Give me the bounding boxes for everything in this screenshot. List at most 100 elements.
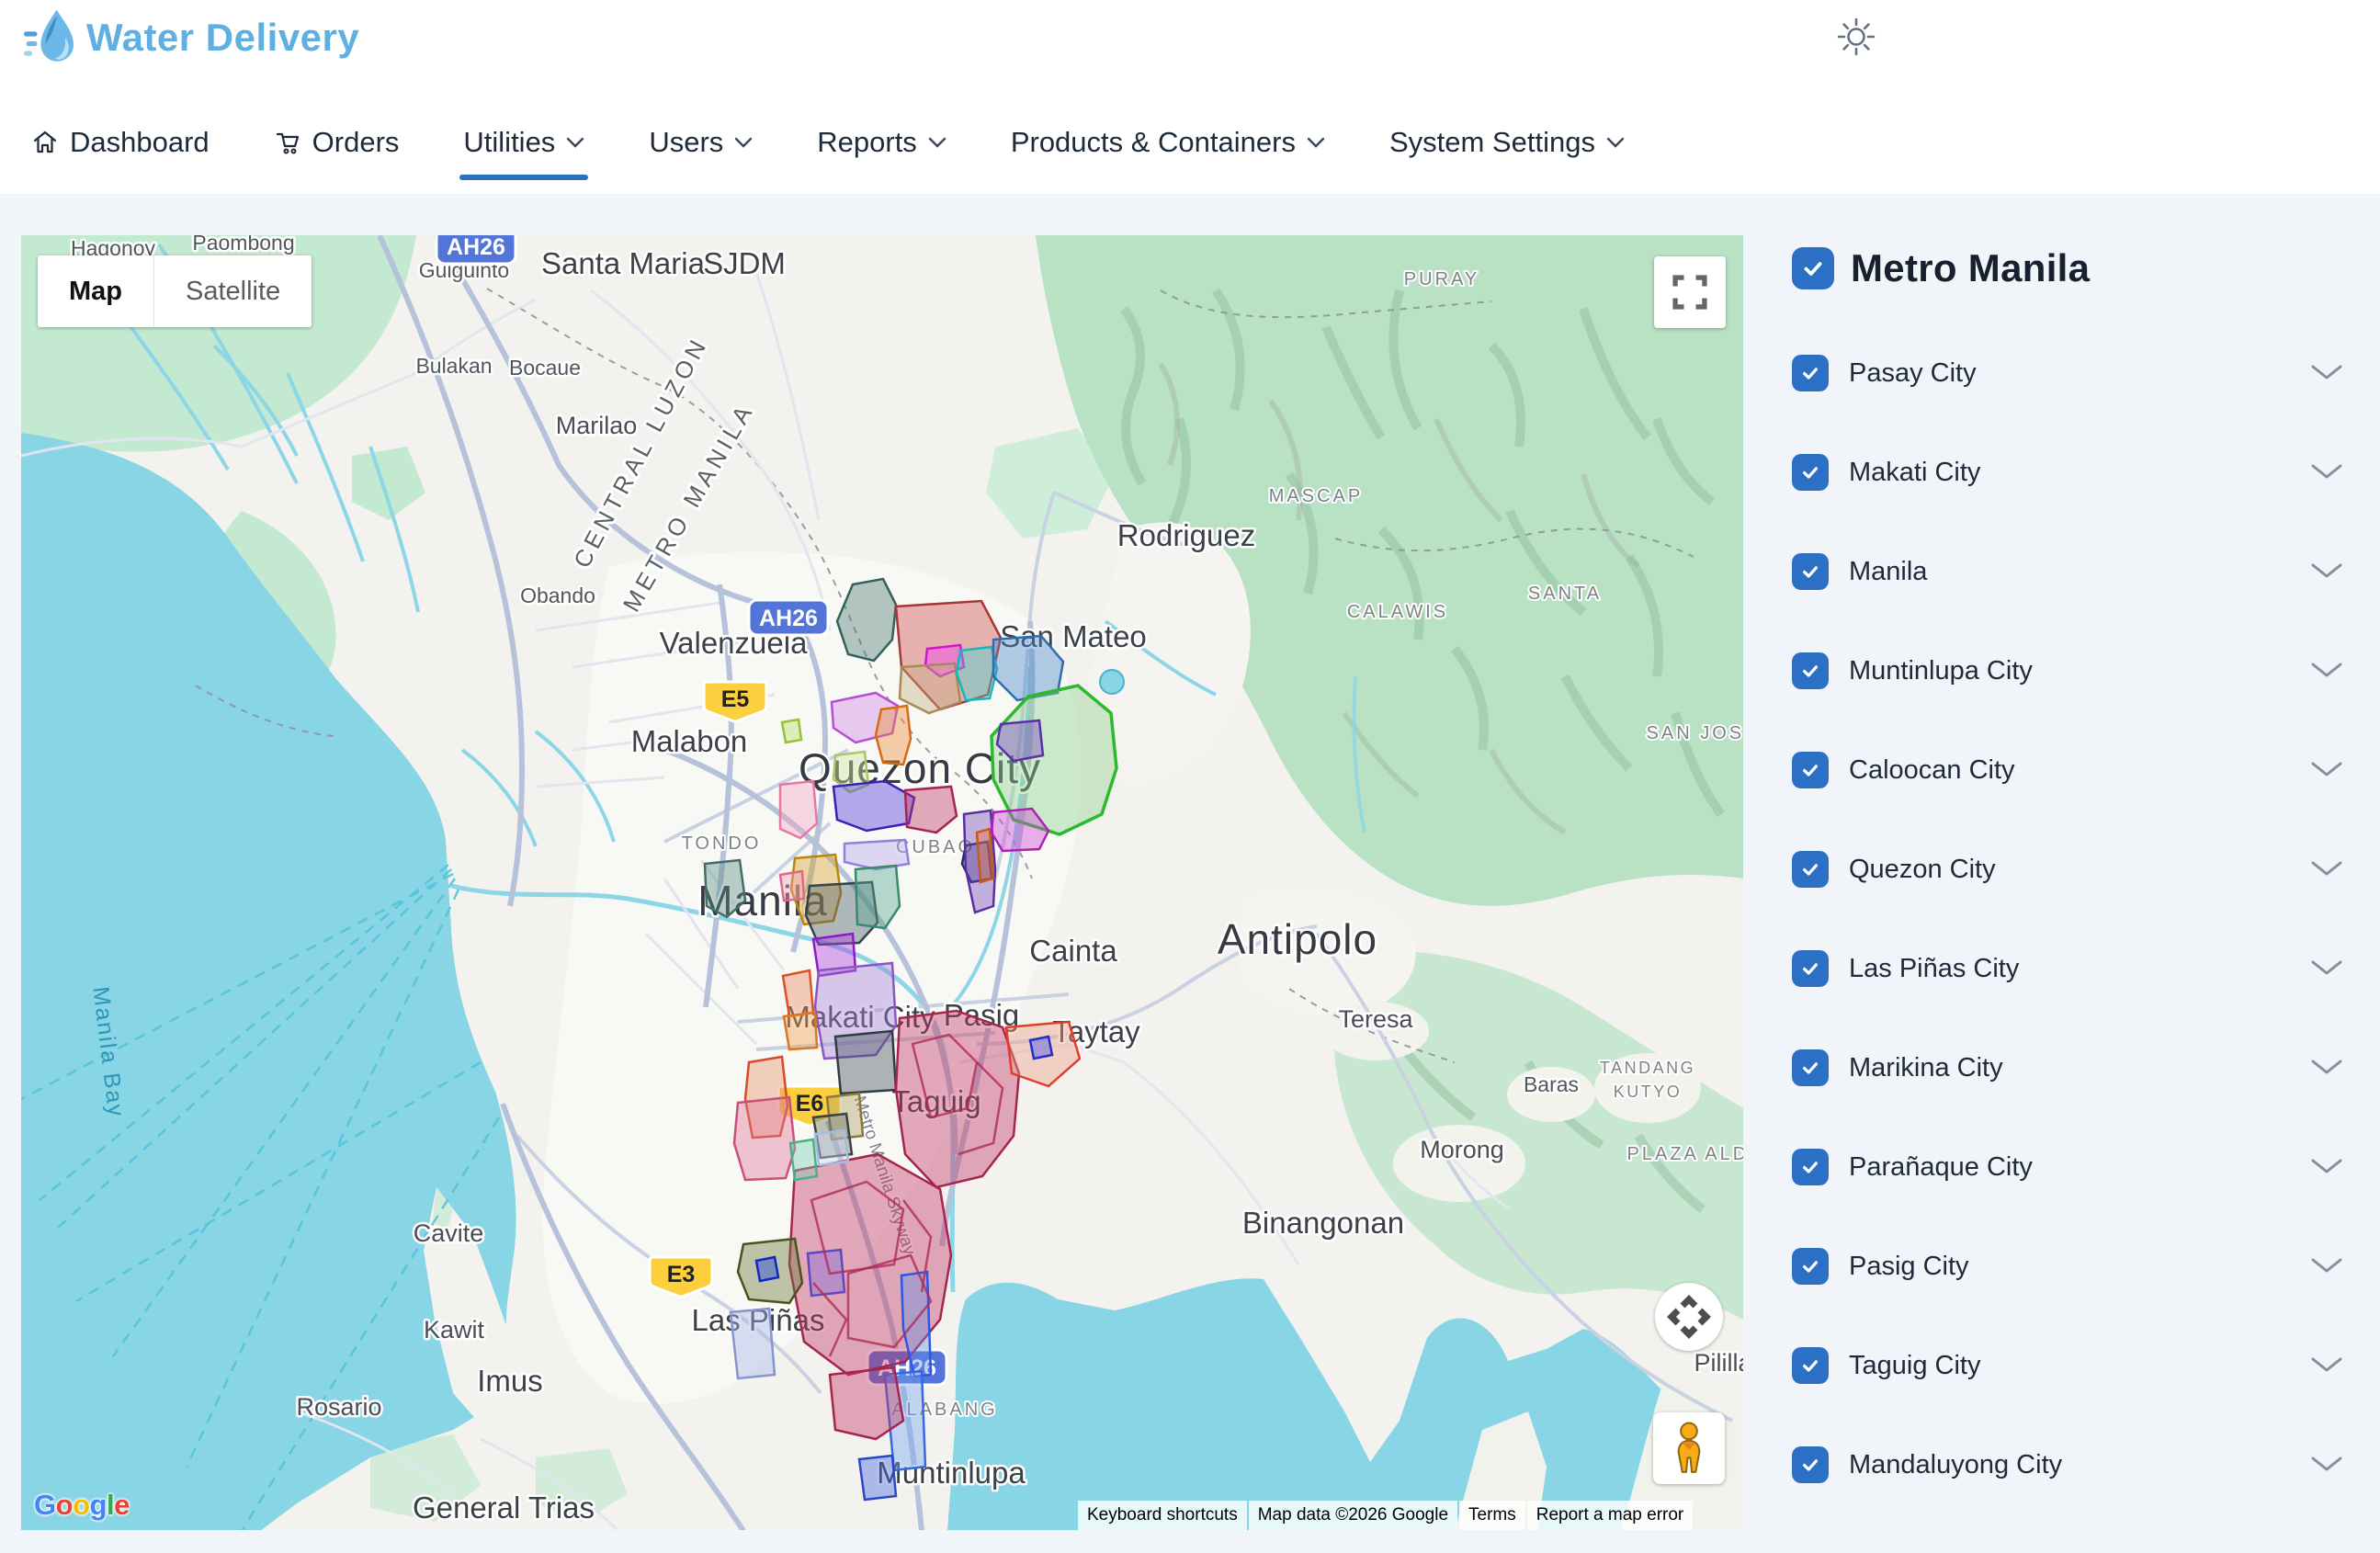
city-row[interactable]: Las Piñas City (1792, 943, 2343, 994)
check-icon (1801, 256, 1825, 280)
nav-utilities[interactable]: Utilities (447, 103, 601, 182)
city-checkbox[interactable] (1792, 752, 1829, 788)
check-icon (1800, 661, 1820, 681)
check-icon (1800, 1157, 1820, 1177)
city-row[interactable]: Pasig City (1792, 1241, 2343, 1292)
nav-dashboard[interactable]: Dashboard (15, 103, 226, 182)
city-checkbox[interactable] (1792, 1049, 1829, 1086)
map-label: Antipolo (1218, 915, 1377, 963)
terms-link[interactable]: Terms (1459, 1501, 1525, 1530)
city-row[interactable]: Taguig City (1792, 1340, 2343, 1391)
city-row[interactable]: Makati City (1792, 447, 2343, 498)
chevron-down-icon[interactable] (2310, 959, 2343, 978)
app-header: Water Delivery Dashboard Ord (0, 0, 2380, 194)
check-icon (1800, 561, 1820, 582)
nav-label: Reports (817, 126, 917, 159)
city-label: Pasay City (1849, 358, 1977, 389)
report-map-error-link[interactable]: Report a map error (1527, 1501, 1694, 1530)
city-row[interactable]: Marikina City (1792, 1042, 2343, 1094)
metro-manila-checkbox[interactable] (1792, 247, 1834, 289)
nav-users[interactable]: Users (632, 103, 769, 182)
map-label: SAN JOSE (1647, 723, 1743, 743)
pegman-control[interactable] (1653, 1412, 1725, 1484)
city-row[interactable]: Caloocan City (1792, 744, 2343, 796)
city-label: Makati City (1849, 458, 1980, 488)
city-row[interactable]: Pasay City (1792, 347, 2343, 399)
svg-text:AH26: AH26 (759, 606, 818, 631)
region-title-row[interactable]: Metro Manila (1792, 246, 2343, 290)
check-icon (1800, 1355, 1820, 1376)
fullscreen-icon (1669, 271, 1711, 313)
chevron-down-icon[interactable] (2310, 463, 2343, 482)
chevron-down-icon[interactable] (2310, 1059, 2343, 1077)
city-checkbox[interactable] (1792, 1248, 1829, 1285)
map-label: Marilao (556, 412, 638, 439)
city-checkbox[interactable] (1792, 652, 1829, 689)
main-nav: Dashboard Orders Utilities Users Reports… (15, 103, 1672, 182)
chevron-down-icon[interactable] (2310, 662, 2343, 680)
city-label: Caloocan City (1849, 755, 2015, 786)
chevron-down-icon (734, 137, 753, 149)
city-label: Quezon City (1849, 855, 1996, 885)
nav-orders[interactable]: Orders (257, 103, 416, 182)
city-row[interactable]: Muntinlupa City (1792, 645, 2343, 697)
map-label: Paombong (192, 235, 294, 255)
city-checkbox[interactable] (1792, 851, 1829, 888)
chevron-down-icon[interactable] (2310, 1356, 2343, 1375)
map-label: PLAZA ALDE (1627, 1144, 1743, 1164)
nav-label: Users (649, 126, 723, 159)
map-label: Binangonan (1242, 1206, 1404, 1240)
check-icon (1800, 958, 1820, 979)
pan-control[interactable] (1655, 1283, 1723, 1351)
chevron-down-icon[interactable] (2310, 1158, 2343, 1176)
theme-toggle-button[interactable] (1836, 17, 1876, 57)
city-row[interactable]: Mandaluyong City (1792, 1439, 2343, 1491)
map-label: Cavite (414, 1219, 484, 1247)
map-label: Malabon (631, 724, 748, 758)
city-list: Pasay City Makati City Manila Muntinlupa… (1792, 347, 2343, 1491)
map-view-button[interactable]: Map (38, 255, 153, 327)
nav-system-settings[interactable]: System Settings (1373, 103, 1641, 182)
map-label: Bocaue (509, 356, 581, 380)
city-label: Taguig City (1849, 1351, 1980, 1381)
nav-label: Dashboard (70, 126, 210, 159)
city-checkbox[interactable] (1792, 950, 1829, 987)
city-checkbox[interactable] (1792, 553, 1829, 590)
map-label: Bulakan (415, 354, 492, 378)
map-canvas[interactable]: HagonoyPaombongGuiguintoSanta MariaSJDMB… (21, 235, 1743, 1530)
chevron-down-icon[interactable] (2310, 761, 2343, 779)
keyboard-shortcuts-link[interactable]: Keyboard shortcuts (1078, 1501, 1247, 1530)
map-data-text: Map data ©2026 Google (1249, 1501, 1457, 1530)
nav-label: Orders (312, 126, 400, 159)
city-checkbox[interactable] (1792, 355, 1829, 391)
city-label: Manila (1849, 557, 1927, 587)
city-row[interactable]: Quezon City (1792, 844, 2343, 895)
city-row[interactable]: Parañaque City (1792, 1141, 2343, 1193)
nav-reports[interactable]: Reports (800, 103, 963, 182)
svg-text:E6: E6 (796, 1091, 824, 1117)
check-icon (1800, 1256, 1820, 1276)
svg-text:E5: E5 (721, 686, 750, 712)
brand-name: Water Delivery (86, 16, 359, 60)
chevron-down-icon[interactable] (2310, 1456, 2343, 1474)
map-label: MASCAP (1269, 486, 1363, 506)
map-label: PURAY (1404, 269, 1479, 289)
chevron-down-icon[interactable] (2310, 364, 2343, 382)
map-label: Rosario (296, 1393, 381, 1421)
map-label: Teresa (1338, 1005, 1413, 1033)
city-checkbox[interactable] (1792, 1149, 1829, 1185)
chevron-down-icon[interactable] (2310, 562, 2343, 581)
satellite-view-button[interactable]: Satellite (154, 255, 312, 327)
svg-text:AH26: AH26 (447, 235, 505, 260)
map-type-control: Map Satellite (38, 255, 312, 327)
chevron-down-icon[interactable] (2310, 860, 2343, 879)
city-checkbox[interactable] (1792, 454, 1829, 491)
chevron-down-icon (1307, 137, 1325, 149)
chevron-down-icon[interactable] (2310, 1257, 2343, 1275)
city-row[interactable]: Manila (1792, 546, 2343, 597)
nav-products-containers[interactable]: Products & Containers (994, 103, 1342, 182)
fullscreen-button[interactable] (1654, 256, 1726, 328)
sun-icon (1836, 17, 1876, 57)
city-checkbox[interactable] (1792, 1347, 1829, 1384)
city-checkbox[interactable] (1792, 1446, 1829, 1483)
